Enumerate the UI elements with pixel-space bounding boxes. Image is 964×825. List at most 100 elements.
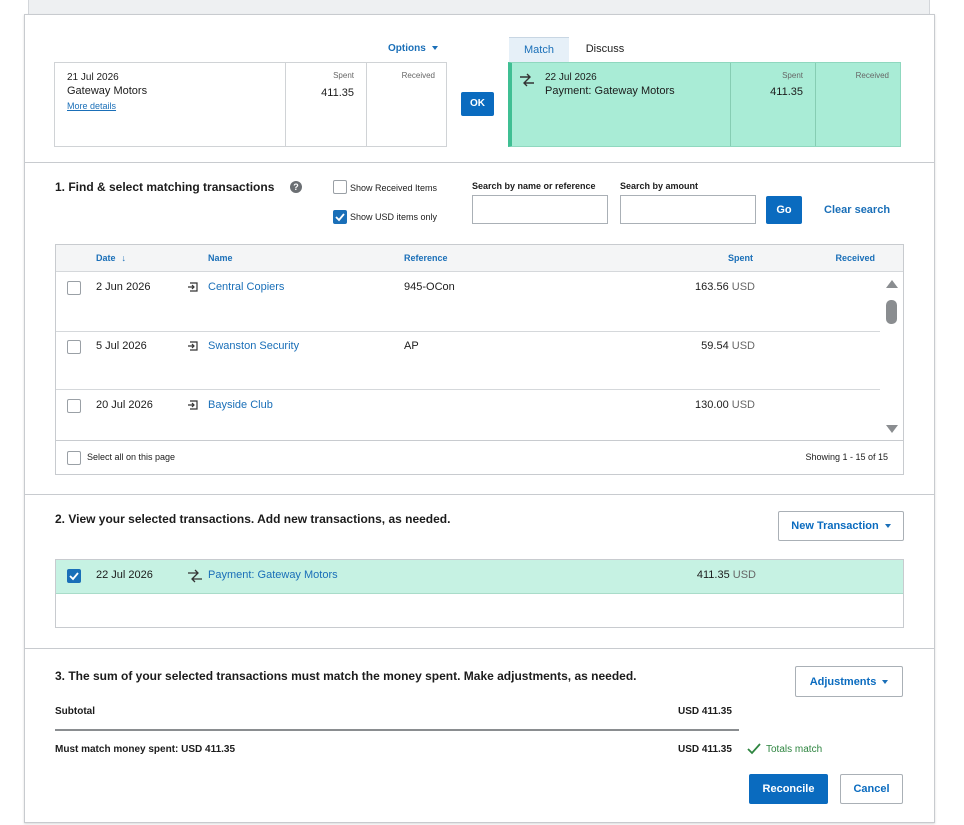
row-spent-value: 163.56 — [695, 281, 729, 293]
show-received-checkbox[interactable] — [333, 180, 347, 194]
tab-match[interactable]: Match — [509, 37, 569, 62]
ok-button[interactable]: OK — [461, 92, 494, 116]
scrollbar[interactable] — [882, 273, 902, 439]
statement-received-col: Received — [366, 63, 447, 146]
subtotal-label: Subtotal — [55, 706, 95, 717]
row-currency: USD — [731, 281, 755, 293]
col-date[interactable]: Date ↓ — [96, 253, 126, 263]
statement-date: 21 Jul 2026 — [67, 72, 119, 83]
row-name[interactable]: Central Copiers — [208, 281, 284, 293]
row-date: 2 Jun 2026 — [96, 281, 151, 293]
options-menu[interactable]: Options — [388, 43, 438, 54]
col-spent[interactable]: Spent — [728, 253, 753, 263]
row-date: 5 Jul 2026 — [96, 340, 147, 352]
select-all-checkbox[interactable] — [67, 451, 81, 465]
selected-date: 22 Jul 2026 — [96, 569, 153, 581]
col-name[interactable]: Name — [208, 253, 233, 263]
section-divider — [25, 494, 934, 495]
clear-search-link[interactable]: Clear search — [824, 204, 890, 216]
must-match-value: USD 411.35 — [678, 744, 732, 755]
statement-spent-value: 411.35 — [321, 87, 354, 99]
background-strip — [28, 0, 930, 14]
search-name-label: Search by name or reference — [472, 181, 596, 191]
table-row[interactable]: 5 Jul 2026 Swanston Security AP 59.54 US… — [56, 332, 880, 389]
matched-transaction-box: 22 Jul 2026 Payment: Gateway Motors Spen… — [508, 62, 901, 147]
reconcile-button[interactable]: Reconcile — [749, 774, 828, 804]
statement-received-label: Received — [401, 71, 435, 80]
new-transaction-label: New Transaction — [791, 520, 879, 532]
tab-discuss-label: Discuss — [585, 43, 625, 55]
cancel-button[interactable]: Cancel — [840, 774, 903, 804]
go-button[interactable]: Go — [766, 196, 802, 224]
scrollbar-thumb[interactable] — [886, 300, 897, 324]
subtotal-rule — [55, 729, 739, 731]
transfer-icon — [188, 341, 198, 351]
selected-row-checkbox[interactable] — [67, 569, 81, 583]
row-date: 20 Jul 2026 — [96, 399, 153, 411]
section-divider — [25, 648, 934, 649]
scroll-down-icon[interactable] — [885, 424, 899, 434]
transfer-icon — [520, 73, 534, 87]
arrow-down-icon: ↓ — [121, 253, 127, 263]
help-icon[interactable]: ? — [290, 181, 302, 193]
row-currency: USD — [731, 399, 755, 411]
matched-spent-label: Spent — [782, 71, 803, 80]
new-transaction-button[interactable]: New Transaction — [778, 511, 904, 541]
row-spent: 163.56 USD — [695, 281, 755, 293]
more-details-link[interactable]: More details — [67, 101, 116, 111]
search-amount-input[interactable] — [620, 195, 756, 224]
table-row[interactable]: 2 Jun 2026 Central Copiers 945-OCon 163.… — [56, 272, 880, 331]
row-spent: 59.54 USD — [701, 340, 755, 352]
table-row[interactable]: 20 Jul 2026 Bayside Club 130.00 USD — [56, 390, 880, 440]
selected-row[interactable]: 22 Jul 2026 Payment: Gateway Motors 411.… — [56, 560, 903, 594]
adjustments-button[interactable]: Adjustments — [795, 666, 903, 697]
statement-line-box: 21 Jul 2026 Gateway Motors More details … — [54, 62, 447, 147]
matched-spent-col: Spent 411.35 — [730, 63, 815, 146]
matched-received-col: Received — [815, 63, 901, 146]
section2-title: 2. View your selected transactions. Add … — [55, 512, 451, 526]
row-currency: USD — [731, 340, 755, 352]
table-header — [56, 245, 903, 272]
matched-received-label: Received — [855, 71, 889, 80]
selected-name[interactable]: Payment: Gateway Motors — [208, 569, 338, 581]
row-reference: AP — [404, 340, 419, 352]
showing-count: Showing 1 - 15 of 15 — [805, 452, 888, 462]
transfer-icon — [188, 400, 198, 410]
transfer-icon — [188, 569, 202, 583]
table-footer-divider — [56, 440, 903, 441]
options-label: Options — [388, 43, 426, 54]
col-date-label: Date — [96, 253, 116, 263]
chevron-down-icon — [431, 46, 438, 51]
row-name[interactable]: Bayside Club — [208, 399, 273, 411]
show-received-label: Show Received Items — [350, 183, 438, 193]
row-checkbox[interactable] — [67, 281, 81, 295]
row-checkbox[interactable] — [67, 399, 81, 413]
checkmark-icon — [335, 213, 345, 222]
statement-payee: Gateway Motors — [67, 85, 148, 97]
section1-title: 1. Find & select matching transactions — [55, 180, 275, 194]
select-all-label: Select all on this page — [87, 452, 176, 462]
statement-spent-label: Spent — [333, 71, 354, 80]
col-received[interactable]: Received — [835, 253, 875, 263]
search-amount-label: Search by amount — [620, 181, 699, 191]
totals-match-status: Totals match — [766, 744, 823, 755]
selected-spent: 411.35 USD — [697, 569, 756, 581]
row-reference: 945-OCon — [404, 281, 455, 293]
section3-title: 3. The sum of your selected transactions… — [55, 669, 637, 683]
section-divider — [25, 162, 934, 163]
tab-match-label: Match — [524, 44, 554, 56]
chevron-down-icon — [882, 680, 889, 685]
row-name[interactable]: Swanston Security — [208, 340, 299, 352]
transfer-icon — [188, 282, 198, 292]
transactions-table: Date ↓ Name Reference Spent Received 2 Ju… — [55, 244, 904, 475]
chevron-down-icon — [884, 524, 891, 529]
col-reference[interactable]: Reference — [404, 253, 448, 263]
search-name-input[interactable] — [472, 195, 608, 224]
matched-date: 22 Jul 2026 — [545, 72, 597, 83]
selected-transactions-box: 22 Jul 2026 Payment: Gateway Motors 411.… — [55, 559, 904, 628]
scroll-up-icon[interactable] — [885, 279, 899, 289]
tab-discuss[interactable]: Discuss — [575, 37, 635, 62]
row-checkbox[interactable] — [67, 340, 81, 354]
matched-description: Payment: Gateway Motors — [545, 85, 675, 97]
show-usd-checkbox[interactable] — [333, 210, 347, 224]
